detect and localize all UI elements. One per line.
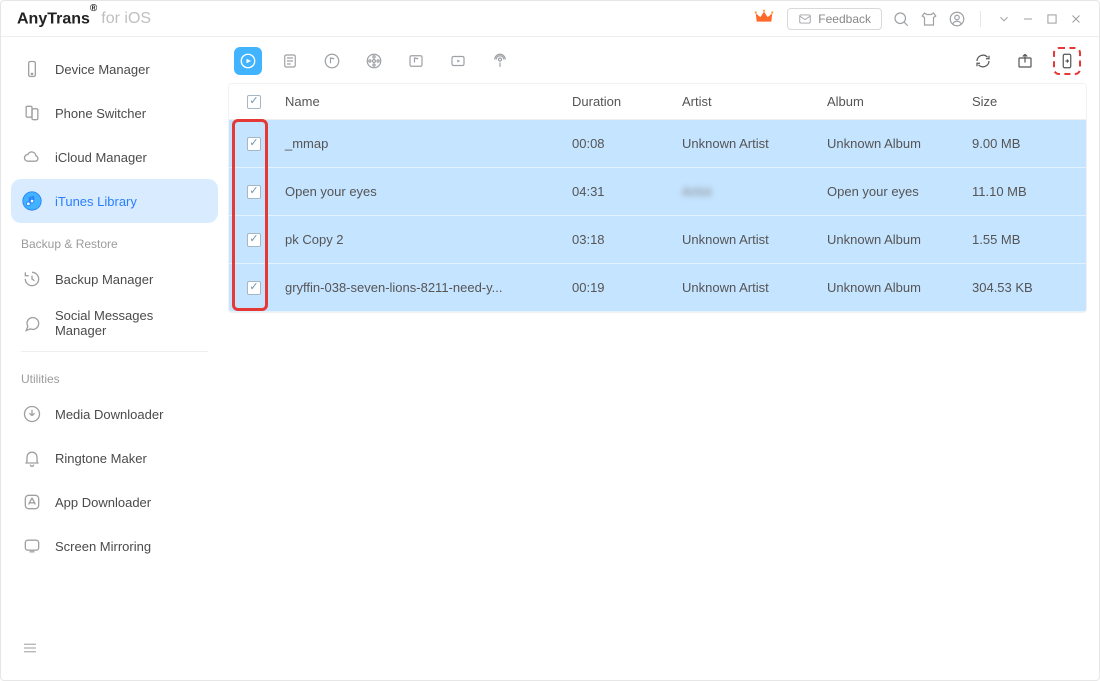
sidebar-item-label: Phone Switcher (55, 106, 146, 121)
user-icon[interactable] (948, 8, 966, 30)
hamburger-icon[interactable] (11, 629, 218, 670)
table-row[interactable]: gryffin-038-seven-lions-8211-need-y...00… (229, 264, 1086, 312)
row-checkbox[interactable] (247, 185, 261, 199)
brand-suffix: for iOS (101, 10, 151, 28)
cell-album: Unknown Album (821, 280, 966, 295)
sidebar-item-media-downloader[interactable]: Media Downloader (11, 392, 218, 436)
sidebar-item-label: Backup Manager (55, 272, 153, 287)
registered-mark: ® (90, 3, 97, 14)
chevron-down-icon[interactable] (997, 8, 1011, 30)
cloud-icon (21, 146, 43, 168)
sidebar-item-label: Social Messages Manager (55, 308, 208, 338)
cell-album: Unknown Album (821, 232, 966, 247)
cell-size: 11.10 MB (966, 184, 1086, 199)
sidebar-item-label: iCloud Manager (55, 150, 147, 165)
sidebar-item-phone-switcher[interactable]: Phone Switcher (11, 91, 218, 135)
sidebar-item-ringtone-maker[interactable]: Ringtone Maker (11, 436, 218, 480)
switch-icon (21, 102, 43, 124)
refresh-icon[interactable] (969, 47, 997, 75)
maximize-icon[interactable] (1045, 8, 1059, 30)
category-ringtone-icon[interactable] (318, 47, 346, 75)
app-brand: AnyTrans® (17, 9, 97, 28)
brand-text: AnyTrans (17, 10, 90, 27)
category-podcast-icon[interactable] (486, 47, 514, 75)
row-checkbox[interactable] (247, 137, 261, 151)
sidebar-heading-backup: Backup & Restore (11, 223, 218, 257)
toolbar (228, 37, 1087, 81)
cell-artist: Unknown Artist (676, 232, 821, 247)
sidebar-item-label: App Downloader (55, 495, 151, 510)
column-name[interactable]: Name (279, 94, 566, 109)
crown-icon[interactable] (753, 7, 777, 31)
cell-duration: 04:31 (566, 184, 676, 199)
category-music-icon[interactable] (234, 47, 262, 75)
cell-artist: Unknown Artist (676, 136, 821, 151)
sidebar-item-label: Device Manager (55, 62, 150, 77)
cell-size: 304.53 KB (966, 280, 1086, 295)
cell-duration: 00:08 (566, 136, 676, 151)
titlebar: AnyTrans® for iOS Feedback (1, 1, 1099, 37)
appstore-icon (21, 491, 43, 513)
mirror-icon (21, 535, 43, 557)
sidebar: Device Manager Phone Switcher iCloud Man… (1, 37, 228, 680)
sidebar-item-itunes-library[interactable]: iTunes Library (11, 179, 218, 223)
music-note-icon (21, 190, 43, 212)
row-checkbox[interactable] (247, 233, 261, 247)
sidebar-item-screen-mirroring[interactable]: Screen Mirroring (11, 524, 218, 568)
category-playlist-icon[interactable] (276, 47, 304, 75)
cell-duration: 03:18 (566, 232, 676, 247)
chat-icon (21, 312, 43, 334)
cell-artist: Artist (676, 184, 821, 199)
table-row[interactable]: pk Copy 203:18Unknown ArtistUnknown Albu… (229, 216, 1086, 264)
cell-name: Open your eyes (279, 184, 566, 199)
history-icon (21, 268, 43, 290)
feedback-label: Feedback (818, 12, 871, 26)
cell-duration: 00:19 (566, 280, 676, 295)
shirt-icon[interactable] (920, 8, 938, 30)
category-musicvideo-icon[interactable] (402, 47, 430, 75)
cell-album: Unknown Album (821, 136, 966, 151)
cell-name: _mmap (279, 136, 566, 151)
close-icon[interactable] (1069, 8, 1083, 30)
cell-size: 9.00 MB (966, 136, 1086, 151)
bell-icon (21, 447, 43, 469)
row-checkbox[interactable] (247, 281, 261, 295)
column-artist[interactable]: Artist (676, 94, 821, 109)
cell-album: Open your eyes (821, 184, 966, 199)
cell-size: 1.55 MB (966, 232, 1086, 247)
table-header: Name Duration Artist Album Size (229, 84, 1086, 120)
sidebar-item-icloud-manager[interactable]: iCloud Manager (11, 135, 218, 179)
minimize-icon[interactable] (1021, 8, 1035, 30)
select-all-checkbox[interactable] (247, 95, 261, 109)
column-size[interactable]: Size (966, 94, 1086, 109)
send-to-device-icon[interactable] (1053, 47, 1081, 75)
sidebar-item-social-messages[interactable]: Social Messages Manager (11, 301, 218, 345)
cell-artist: Unknown Artist (676, 280, 821, 295)
sidebar-item-app-downloader[interactable]: App Downloader (11, 480, 218, 524)
device-icon (21, 58, 43, 80)
cell-name: gryffin-038-seven-lions-8211-need-y... (279, 280, 566, 295)
category-movies-icon[interactable] (360, 47, 388, 75)
sidebar-item-label: iTunes Library (55, 194, 137, 209)
sidebar-item-label: Ringtone Maker (55, 451, 147, 466)
export-icon[interactable] (1011, 47, 1039, 75)
search-icon[interactable] (892, 8, 910, 30)
sidebar-item-label: Screen Mirroring (55, 539, 151, 554)
table-row[interactable]: Open your eyes04:31ArtistOpen your eyes1… (229, 168, 1086, 216)
sidebar-item-device-manager[interactable]: Device Manager (11, 47, 218, 91)
category-tv-icon[interactable] (444, 47, 472, 75)
content-pane: Name Duration Artist Album Size _mmap00:… (228, 37, 1099, 680)
file-table: Name Duration Artist Album Size _mmap00:… (228, 83, 1087, 313)
sidebar-heading-utilities: Utilities (11, 358, 218, 392)
cell-name: pk Copy 2 (279, 232, 566, 247)
feedback-button[interactable]: Feedback (787, 8, 882, 30)
sidebar-item-label: Media Downloader (55, 407, 163, 422)
download-icon (21, 403, 43, 425)
column-album[interactable]: Album (821, 94, 966, 109)
column-duration[interactable]: Duration (566, 94, 676, 109)
table-row[interactable]: _mmap00:08Unknown ArtistUnknown Album9.0… (229, 120, 1086, 168)
sidebar-item-backup-manager[interactable]: Backup Manager (11, 257, 218, 301)
